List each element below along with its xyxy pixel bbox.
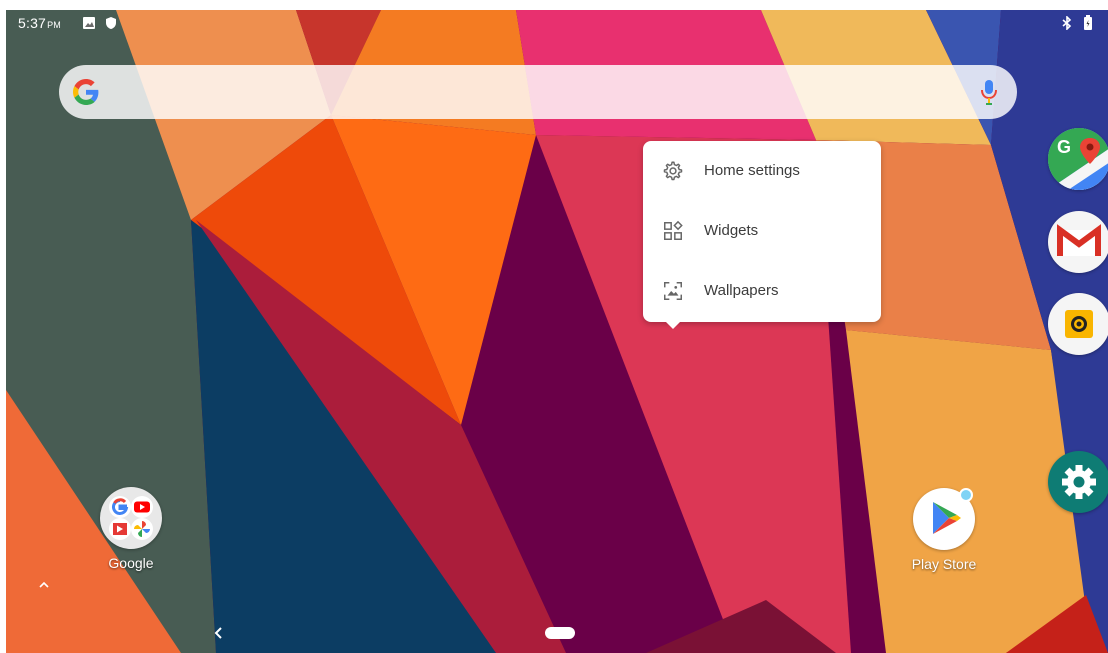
menu-item-widgets[interactable]: Widgets [643, 201, 881, 261]
camera-icon [1065, 310, 1093, 338]
svg-text:G: G [1057, 137, 1071, 157]
google-search-bar[interactable] [59, 65, 1017, 119]
google-maps-icon: G [1048, 128, 1108, 190]
back-icon[interactable] [213, 626, 225, 640]
gear-icon [663, 161, 683, 181]
settings-icon [1062, 465, 1096, 499]
play-store-icon [913, 488, 975, 550]
image-icon [83, 17, 95, 29]
shield-icon [106, 17, 116, 29]
google-maps-app[interactable]: G [1048, 128, 1108, 190]
mic-icon[interactable] [981, 78, 997, 106]
popup-pointer [666, 322, 680, 329]
menu-item-label: Widgets [704, 222, 759, 239]
status-time: 5:37PM [18, 15, 61, 31]
google-folder[interactable]: Google [96, 487, 166, 571]
home-pill-icon[interactable] [545, 627, 575, 639]
home-options-popup: Home settings Widgets Wallpapers [643, 141, 881, 329]
folder-preview [109, 496, 153, 540]
play-store-app[interactable]: Play Store [904, 488, 984, 572]
camera-app[interactable] [1048, 293, 1108, 355]
google-folder-icon [100, 487, 162, 549]
notification-badge [959, 488, 973, 502]
app-drawer-up-icon[interactable] [38, 580, 50, 590]
gmail-app[interactable] [1048, 211, 1108, 273]
menu-item-home-settings[interactable]: Home settings [643, 141, 881, 201]
settings-app[interactable] [1048, 451, 1108, 513]
home-screen: 5:37PM Home settings Widgets Wallpapers … [6, 10, 1108, 653]
menu-item-label: Home settings [704, 162, 800, 179]
menu-item-label: Wallpapers [704, 282, 779, 299]
app-label: Google [108, 555, 154, 571]
menu-item-wallpapers[interactable]: Wallpapers [643, 261, 881, 321]
app-label: Play Store [911, 556, 977, 572]
bluetooth-icon [1062, 16, 1072, 30]
google-g-icon [73, 79, 99, 105]
widgets-icon [664, 220, 683, 240]
wallpaper-icon [664, 282, 682, 300]
gmail-icon [1057, 224, 1101, 256]
battery-icon [1084, 15, 1092, 30]
status-bar: 5:37PM [6, 10, 1108, 38]
